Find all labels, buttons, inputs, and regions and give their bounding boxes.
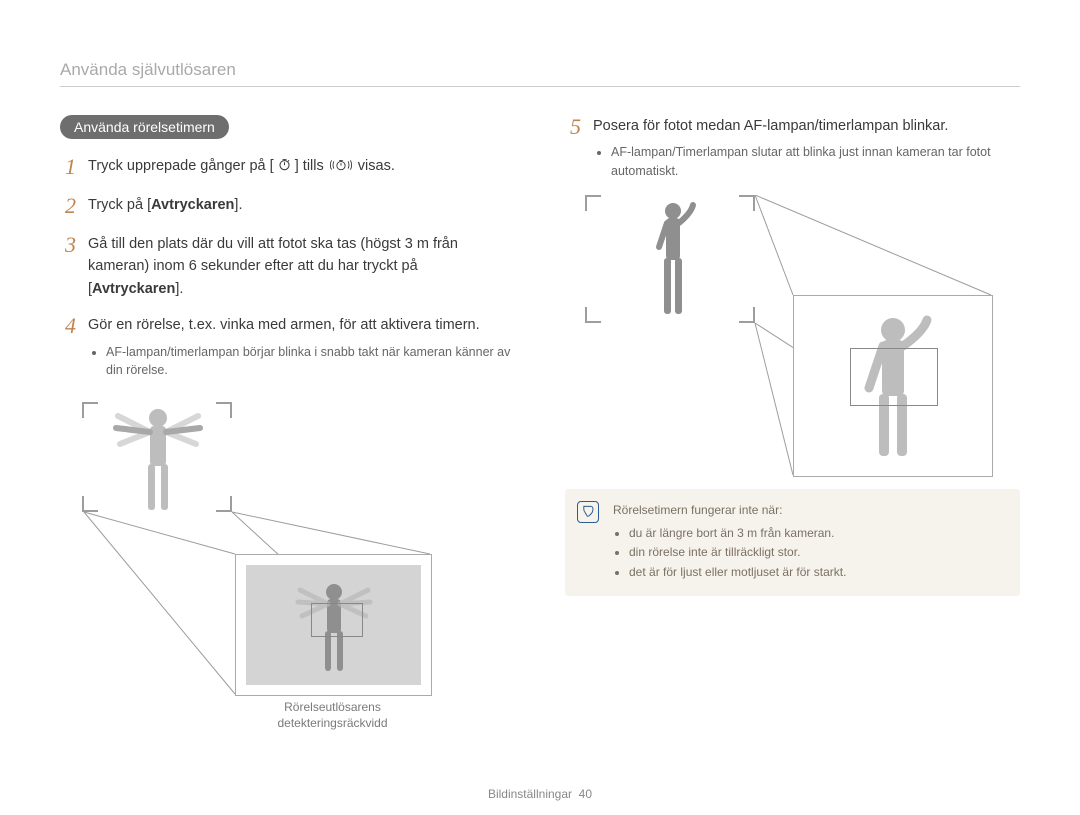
info-icon: [577, 501, 599, 523]
person-posing-silhouette: [643, 199, 703, 334]
notice-list: du är längre bort än 3 m från kameran. d…: [629, 524, 1006, 582]
zoom-panel: [235, 554, 432, 696]
footer-label: Bildinställningar: [488, 787, 572, 801]
step-body: Gå till den plats där du vill att fotot …: [88, 233, 515, 300]
step-2: 2 Tryck på [Avtryckaren].: [60, 194, 515, 218]
motion-timer-icon: [328, 157, 354, 180]
bullet-item: AF-lampan/timerlampan börjar blinka i sn…: [106, 343, 515, 381]
notice-item: din rörelse inte är tillräckligt stor.: [629, 543, 1006, 562]
text: Tryck på [: [88, 197, 151, 213]
step-number: 2: [60, 194, 76, 218]
step-body: Posera för fotot medan AF-lampan/timerla…: [593, 115, 1020, 181]
focus-rectangle: [311, 603, 363, 637]
sub-bullet-list: AF-lampan/Timerlampan slutar att blinka …: [611, 143, 1020, 181]
text: Tryck upprepade gånger på [: [88, 158, 274, 174]
step-number: 3: [60, 233, 76, 257]
step-body: Tryck på [Avtryckaren].: [88, 194, 242, 216]
left-column: Använda rörelsetimern 1 Tryck upprepade …: [60, 115, 515, 729]
step-number: 1: [60, 155, 76, 179]
footer-page-number: 40: [579, 787, 592, 801]
text: Gör en rörelse, t.ex. vinka med armen, f…: [88, 317, 480, 333]
text: ].: [175, 281, 183, 297]
steps-list-left: 1 Tryck upprepade gånger på [ ] tills: [60, 155, 515, 380]
step-3: 3 Gå till den plats där du vill att foto…: [60, 233, 515, 300]
step-1: 1 Tryck upprepade gånger på [ ] tills: [60, 155, 515, 180]
sub-bullet-list: AF-lampan/timerlampan börjar blinka i sn…: [106, 343, 515, 381]
content-columns: Använda rörelsetimern 1 Tryck upprepade …: [60, 115, 1020, 729]
text: visas.: [358, 158, 395, 174]
step-number: 5: [565, 115, 581, 139]
motion-diagram: Rörelseutlösarens detekteringsräckvidd: [60, 394, 515, 729]
text-strong: Avtryckaren: [92, 281, 175, 297]
person-waving-silhouette: [98, 398, 218, 523]
step-number: 4: [60, 314, 76, 338]
text: Posera för fotot medan AF-lampan/timerla…: [593, 118, 948, 134]
pose-diagram: [565, 195, 1020, 485]
text: ] tills: [295, 158, 328, 174]
notice-box: Rörelsetimern fungerar inte när: du är l…: [565, 489, 1020, 596]
page-footer: Bildinställningar 40: [0, 787, 1080, 801]
notice-item: det är för ljust eller motljuset är för …: [629, 563, 1006, 582]
notice-item: du är längre bort än 3 m från kameran.: [629, 524, 1006, 543]
page-title: Använda självutlösaren: [60, 60, 1020, 87]
step-4: 4 Gör en rörelse, t.ex. vinka med armen,…: [60, 314, 515, 380]
step-5: 5 Posera för fotot medan AF-lampan/timer…: [565, 115, 1020, 181]
notice-title: Rörelsetimern fungerar inte när:: [613, 501, 1006, 520]
section-heading: Använda rörelsetimern: [60, 115, 229, 139]
steps-list-right: 5 Posera för fotot medan AF-lampan/timer…: [565, 115, 1020, 181]
step-body: Gör en rörelse, t.ex. vinka med armen, f…: [88, 314, 515, 380]
text-strong: Avtryckaren: [151, 197, 234, 213]
diagram-caption: Rörelseutlösarens detekteringsräckvidd: [235, 699, 430, 731]
right-column: 5 Posera för fotot medan AF-lampan/timer…: [565, 115, 1020, 729]
timer-icon: [278, 158, 291, 171]
focus-rectangle: [850, 348, 938, 406]
text: ].: [234, 197, 242, 213]
zoom-panel: [793, 295, 993, 477]
step-body: Tryck upprepade gånger på [ ] tills: [88, 155, 395, 180]
bullet-item: AF-lampan/Timerlampan slutar att blinka …: [611, 143, 1020, 181]
